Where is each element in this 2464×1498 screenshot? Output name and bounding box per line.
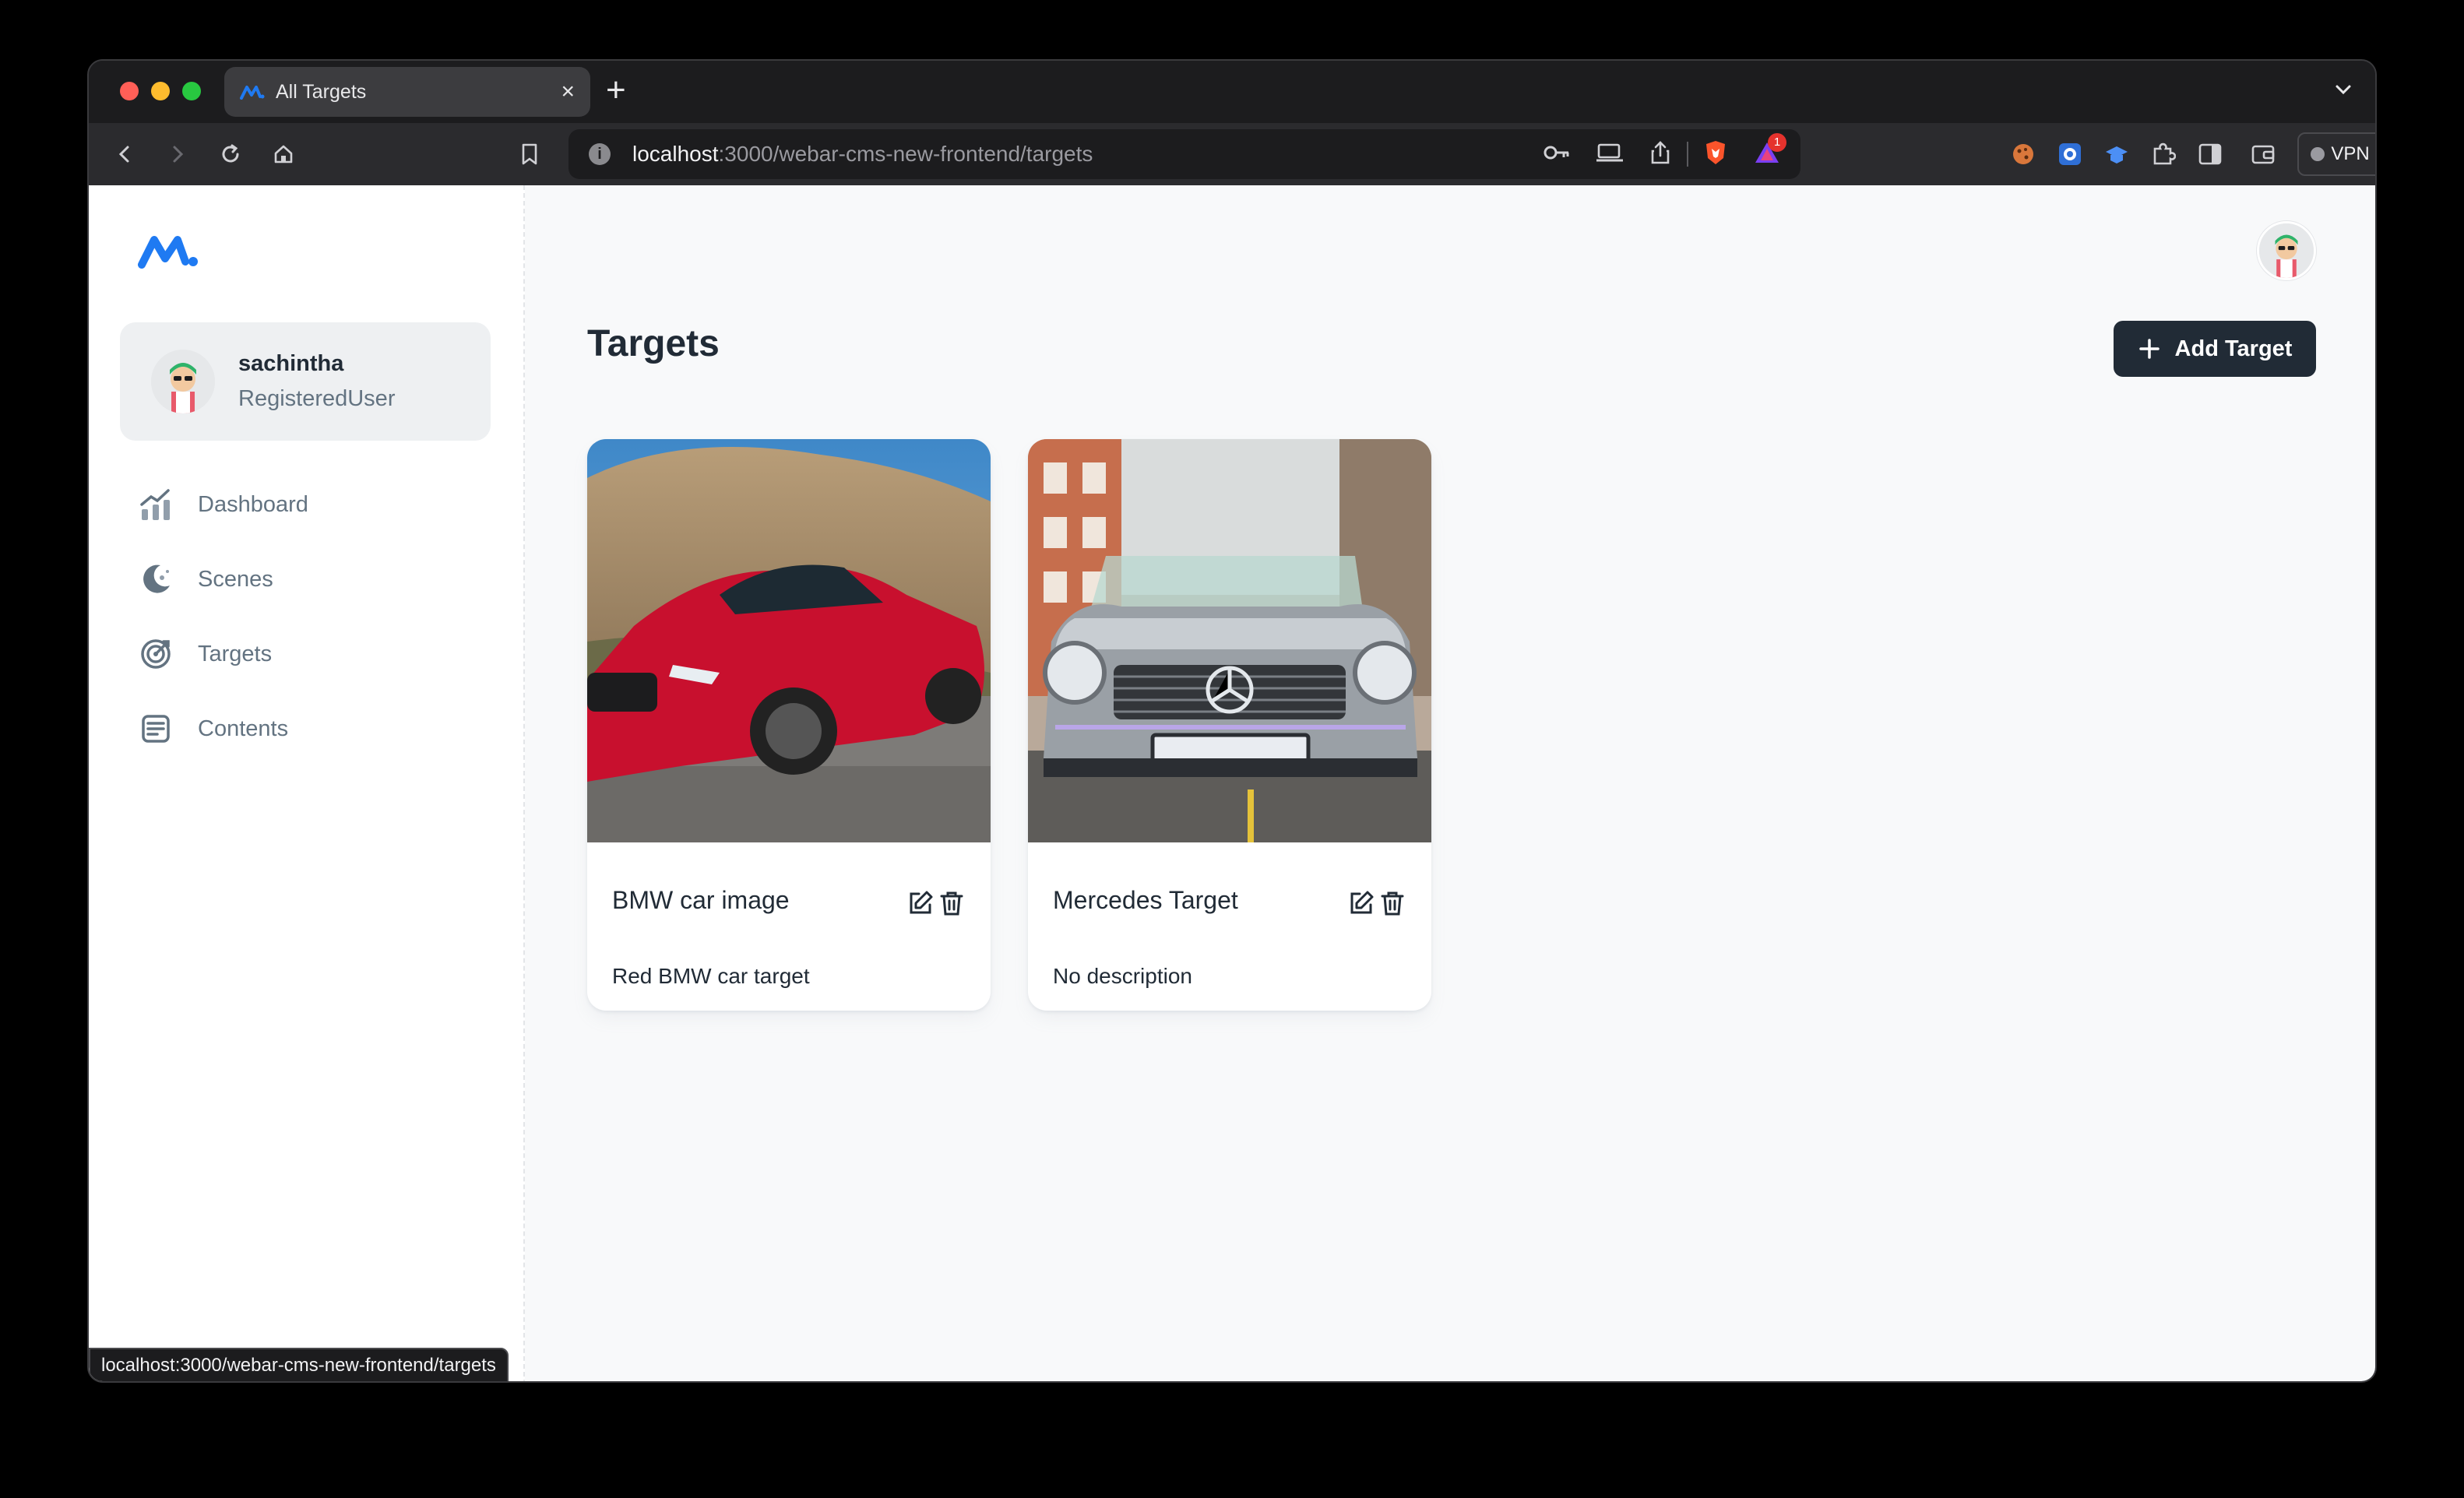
page-title: Targets (587, 323, 720, 364)
main-content: Targets Add Target BMW car image Red BMW… (525, 185, 2375, 1381)
user-avatar (151, 350, 215, 413)
key-icon[interactable] (1544, 143, 1570, 166)
vpn-button[interactable]: VPN (2297, 132, 2375, 176)
vpn-label: VPN (2331, 143, 2370, 164)
sidebar-item-label: Dashboard (198, 491, 308, 517)
sidebar: sachintha RegisteredUser Dashboard Scene… (89, 185, 525, 1381)
sidebar-toggle-icon[interactable] (2195, 139, 2226, 170)
silver-mercedes-car-photo (1028, 439, 1431, 842)
tab-title: All Targets (276, 80, 367, 103)
address-bar[interactable]: i localhost :3000/webar-cms-new-frontend… (568, 129, 1800, 179)
rewards-badge: 1 (1768, 132, 1786, 152)
chart-icon (137, 486, 174, 523)
target-icon (137, 635, 174, 673)
vpn-status-icon (2311, 147, 2325, 161)
wallet-icon[interactable] (2248, 139, 2279, 170)
target-card-mercedes[interactable]: Mercedes Target No description (1028, 439, 1431, 1011)
brave-shields-icon[interactable] (1704, 139, 1727, 170)
add-target-label: Add Target (2174, 336, 2293, 361)
bookmark-icon[interactable] (514, 139, 545, 170)
back-icon[interactable] (109, 139, 140, 170)
graduation-extension-icon[interactable] (2101, 139, 2132, 170)
url-path: :3000/webar-cms-new-frontend/targets (718, 142, 1093, 166)
sidebar-item-label: Contents (198, 716, 289, 741)
toolbar-divider (1687, 142, 1688, 167)
forward-icon[interactable] (162, 139, 193, 170)
sidebar-item-targets[interactable]: Targets (137, 631, 272, 677)
app-favicon-icon (240, 86, 265, 100)
url-host: localhost (632, 142, 719, 166)
reload-icon[interactable] (215, 139, 246, 170)
app-logo-icon[interactable] (137, 232, 199, 275)
minimize-window-button[interactable] (151, 82, 170, 100)
add-target-button[interactable]: Add Target (2114, 321, 2316, 377)
user-name: sachintha (238, 351, 344, 376)
sidebar-item-label: Targets (198, 641, 273, 666)
browser-toolbar: i localhost :3000/webar-cms-new-frontend… (89, 123, 2375, 185)
tab-all-targets[interactable]: All Targets × (224, 67, 590, 117)
chevron-down-icon[interactable] (2332, 78, 2355, 105)
account-avatar[interactable] (2257, 221, 2316, 280)
card-title: Mercedes Target (1053, 886, 1238, 914)
card-description: No description (1053, 964, 1192, 988)
edit-icon[interactable] (906, 889, 935, 921)
close-tab-icon[interactable]: × (561, 80, 575, 104)
browser-window: All Targets × + i localhost :3000/webar-… (87, 59, 2377, 1383)
new-tab-button[interactable]: + (606, 73, 626, 107)
plus-icon (2138, 339, 2160, 359)
screenshot-extension-icon[interactable] (2054, 139, 2086, 170)
page-content: sachintha RegisteredUser Dashboard Scene… (89, 185, 2375, 1381)
edit-icon[interactable] (1347, 889, 1375, 921)
delete-icon[interactable] (938, 889, 966, 921)
zoom-window-button[interactable] (182, 82, 201, 100)
user-card[interactable]: sachintha RegisteredUser (120, 322, 491, 441)
sidebar-item-dashboard[interactable]: Dashboard (137, 481, 308, 528)
card-description: Red BMW car target (612, 964, 810, 988)
tab-strip: All Targets × + (89, 61, 2375, 123)
target-card-bmw[interactable]: BMW car image Red BMW car target (587, 439, 991, 1011)
close-window-button[interactable] (120, 82, 139, 100)
site-info-icon[interactable]: i (589, 143, 611, 165)
sidebar-item-contents[interactable]: Contents (137, 705, 288, 752)
moon-icon (137, 561, 174, 598)
home-icon[interactable] (268, 139, 299, 170)
sidebar-item-label: Scenes (198, 566, 273, 592)
sidebar-item-scenes[interactable]: Scenes (137, 556, 273, 603)
user-role: RegisteredUser (238, 386, 396, 411)
card-title: BMW car image (612, 886, 790, 914)
share-icon[interactable] (1649, 140, 1671, 169)
red-bmw-car-photo (587, 439, 991, 842)
cookie-extension-icon[interactable] (2008, 139, 2039, 170)
status-bar-url: localhost:3000/webar-cms-new-frontend/ta… (89, 1348, 509, 1381)
brave-rewards-icon[interactable]: 1 (1754, 132, 1786, 168)
extensions-puzzle-icon[interactable] (2148, 139, 2179, 170)
delete-icon[interactable] (1378, 889, 1406, 921)
cast-icon[interactable] (1596, 142, 1623, 167)
contents-icon (137, 710, 174, 747)
